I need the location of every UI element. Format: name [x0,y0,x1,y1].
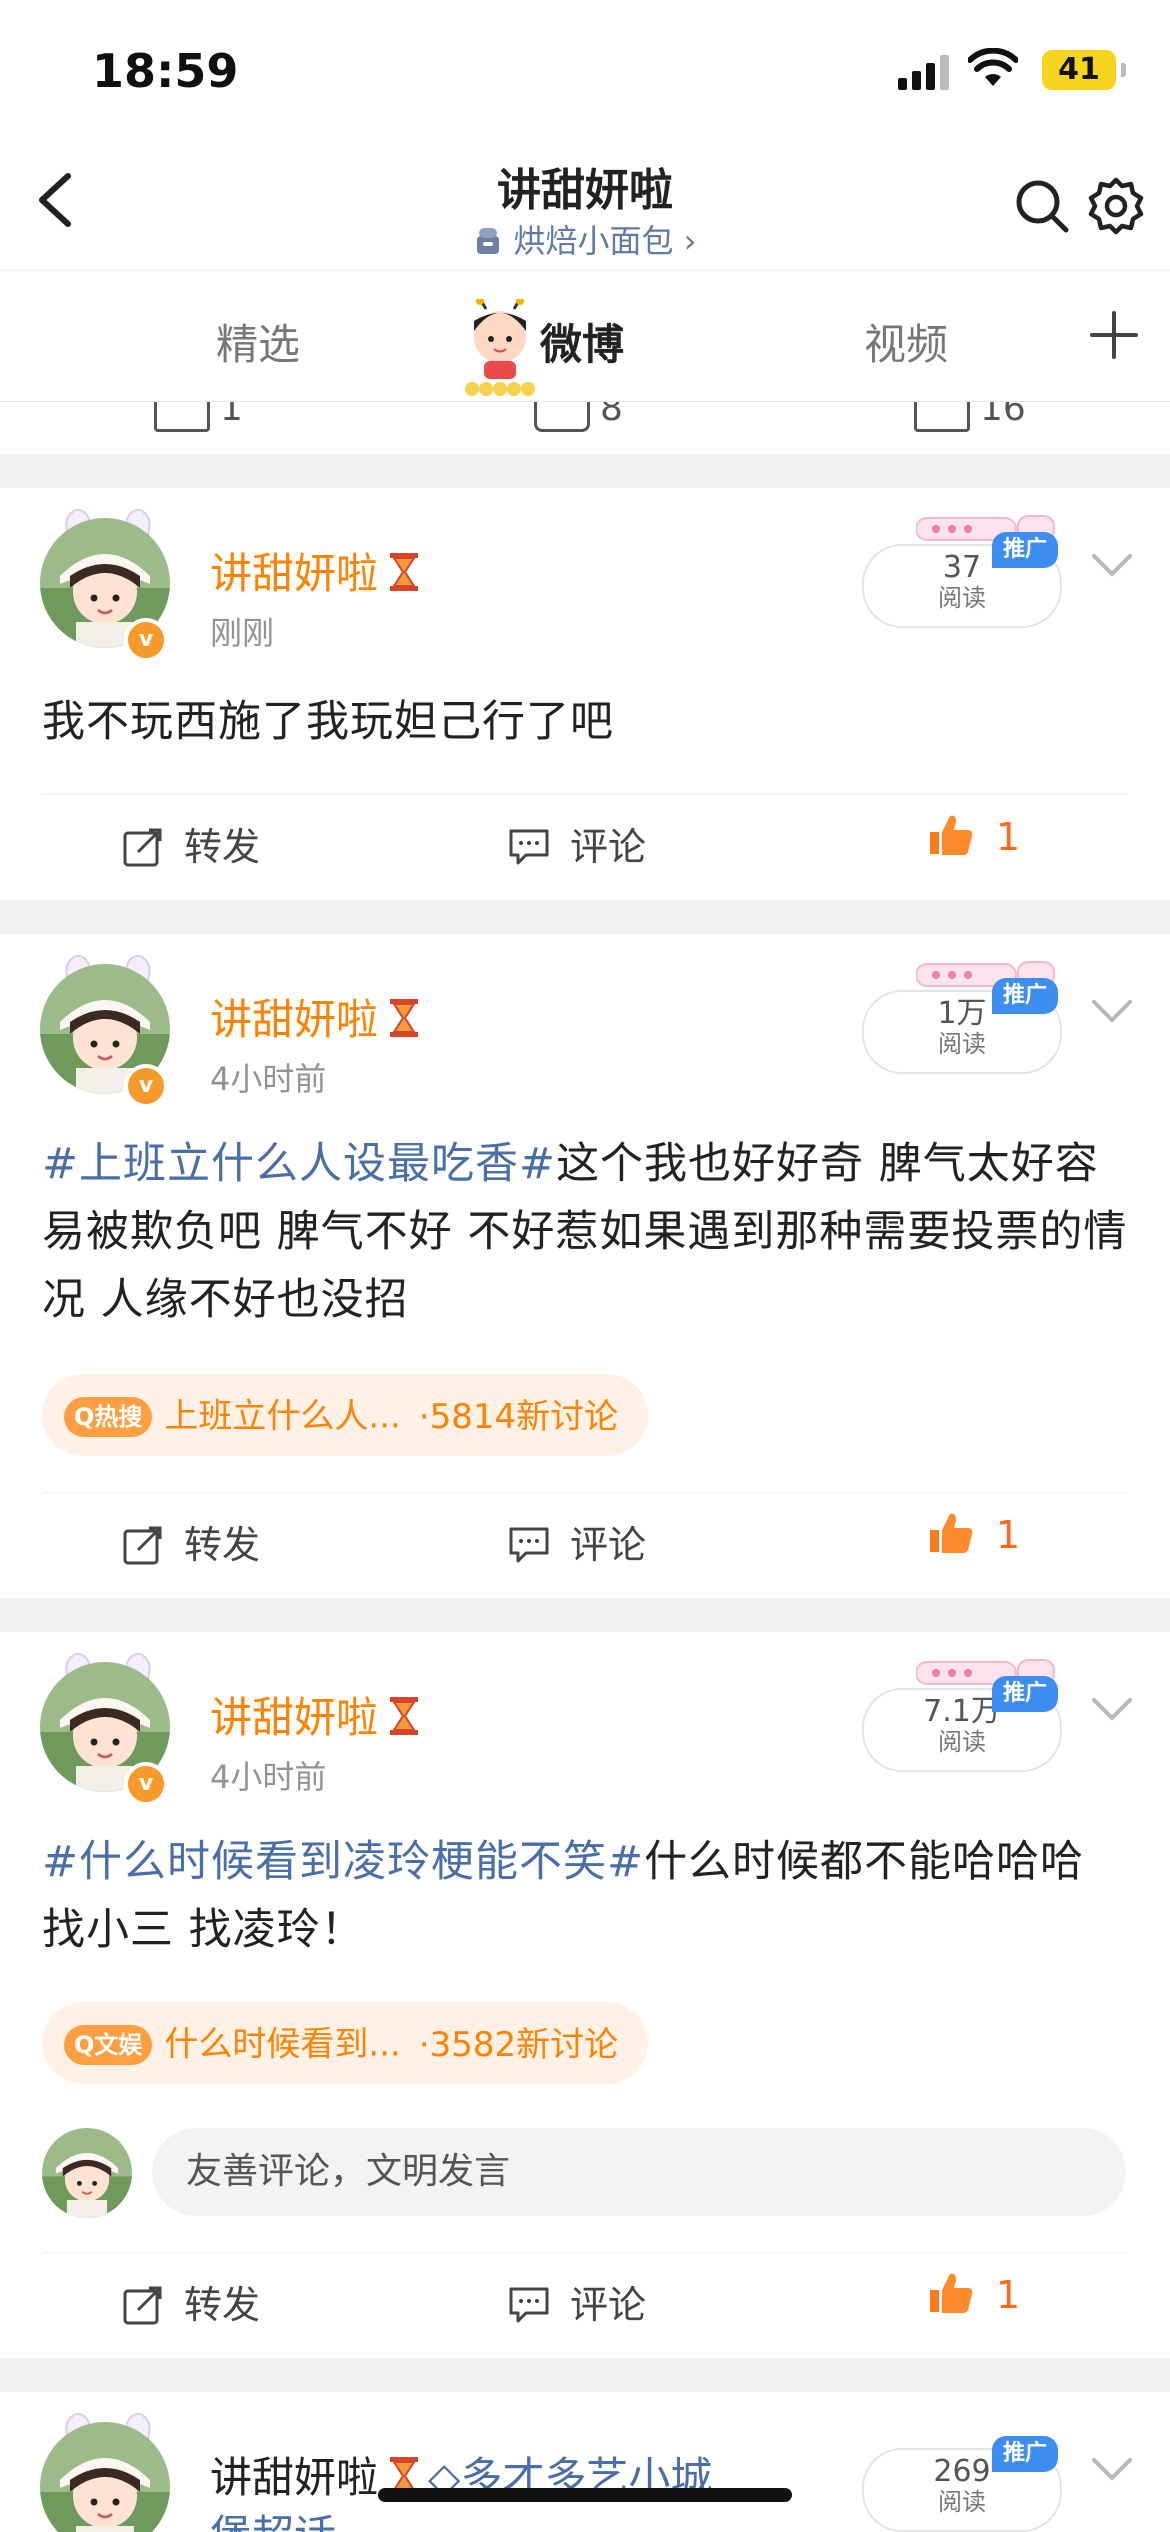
verified-badge: v [124,1064,168,1108]
post-text: #什么时候看到凌玲梗能不笑#什么时候都不能哈哈哈 找小三 找凌玲！ [42,1837,1085,1955]
hourglass-icon [389,552,420,592]
previous-post-actions: 1 8 16 [0,402,1170,454]
post-text: 我不玩西施了我玩妲己行了吧 [42,697,614,747]
like-icon[interactable] [914,402,970,432]
read-label: 阅读 [938,584,986,612]
chevron-down-icon[interactable] [1090,550,1134,580]
tab-weibo[interactable]: 微博 [540,311,624,372]
promote-badge[interactable]: 推广 [992,532,1058,568]
post-time: 刚刚 [210,614,275,652]
author-name[interactable]: 讲甜妍啦 [210,1684,420,1745]
repost-icon[interactable] [154,402,210,432]
hot-search-badge: Q热搜 [64,1396,153,1437]
status-time: 18:59 [92,44,239,98]
hourglass-icon [389,1696,420,1736]
repost-icon [123,1526,162,1565]
entertainment-badge: Q文娱 [64,2024,153,2065]
promote-badge[interactable]: 推广 [992,978,1058,1014]
comment-button[interactable]: 评论 [508,2274,646,2329]
mascot-icon [465,299,535,396]
page-title: 讲甜妍啦 [497,165,673,216]
super-topic-link-continued[interactable]: 堡超话 [210,2502,336,2532]
post-card[interactable]: v 讲甜妍啦 4小时前 7.1万 阅读 推广 #什么时候看到凌玲梗能不笑#什么时… [0,1632,1170,2358]
trending-topic-pill[interactable]: Q热搜 上班立什么人... ·5814新讨论 [42,1374,649,1456]
comment-icon [509,1527,549,1563]
post-card[interactable]: 讲甜妍啦◇多才多艺小城 堡超话 269 阅读 推广 [0,2392,1170,2532]
read-label: 阅读 [938,1728,986,1756]
promote-badge[interactable]: 推广 [992,1676,1058,1712]
comment-icon [509,829,549,865]
read-label: 阅读 [938,2488,986,2516]
comment-button[interactable]: 评论 [508,1514,646,1569]
battery-indicator: 41 [1042,50,1126,90]
promote-badge[interactable]: 推广 [992,2436,1058,2472]
settings-gear-icon[interactable] [1086,176,1146,236]
post-time: 4小时前 [210,1060,327,1098]
topic-discussion-count: ·5814新讨论 [418,1396,619,1437]
like-button[interactable]: 1 [926,1510,1020,1557]
tab-video[interactable]: 视频 [864,311,948,372]
author-name[interactable]: 讲甜妍啦 [210,540,420,601]
hashtag-link[interactable]: #上班立什么人设最吃香# [42,1139,556,1189]
my-avatar [42,2128,132,2218]
chevron-right-icon: › [683,222,697,260]
topic-discussion-count: ·3582新讨论 [418,2024,619,2065]
divider [42,2252,1128,2253]
trending-topic-pill[interactable]: Q文娱 什么时候看到... ·3582新讨论 [42,2002,649,2084]
chevron-down-icon[interactable] [1090,1694,1134,1724]
like-button[interactable]: 1 [926,812,1020,859]
profile-tab-bar: 精选 微博 视频 [0,271,1170,402]
divider [42,1492,1128,1493]
author-name[interactable]: 讲甜妍啦 [210,986,420,1047]
hashtag-link[interactable]: #什么时候看到凌玲梗能不笑# [42,1837,644,1887]
bread-icon [476,228,499,254]
hourglass-icon [389,998,420,1038]
thumbs-up-icon [930,815,973,855]
home-indicator[interactable] [378,2488,792,2502]
repost-button[interactable]: 转发 [122,816,260,871]
repost-icon [123,2286,162,2325]
chevron-down-icon[interactable] [1090,996,1134,1026]
post-text: #上班立什么人设最吃香#这个我也好好奇 脾气太好容易被欺负吧 脾气不好 不好惹如… [42,1139,1128,1325]
thumbs-up-icon [930,1513,973,1553]
prev-repost-count: 1 [220,402,243,429]
divider [42,794,1128,795]
comment-icon[interactable] [534,402,590,432]
post-card[interactable]: v 讲甜妍啦 刚刚 37 阅读 推广 我不玩西施了我玩妲己行了吧 转发 评论 1 [0,488,1170,900]
repost-button[interactable]: 转发 [122,1514,260,1569]
prev-like-count: 16 [980,402,1026,429]
comment-button[interactable]: 评论 [508,816,646,871]
wifi-icon [968,48,1018,86]
status-bar: 18:59 41 [0,0,1170,150]
post-time: 4小时前 [210,1758,327,1796]
repost-icon [123,828,162,867]
like-button[interactable]: 1 [926,2270,1020,2317]
prev-comment-count: 8 [600,402,623,429]
read-label: 阅读 [938,1030,986,1058]
repost-button[interactable]: 转发 [122,2274,260,2329]
cellular-signal-icon [898,55,949,90]
search-icon[interactable] [1012,176,1072,236]
verified-badge: v [124,618,168,662]
comment-input[interactable]: 友善评论，文明发言 [152,2128,1126,2216]
verified-badge: v [124,1762,168,1806]
comment-icon [509,2287,549,2323]
tab-featured[interactable]: 精选 [216,311,300,372]
add-tab-icon[interactable] [1086,307,1142,363]
profile-header: 讲甜妍啦 烘焙小面包 › [0,140,1170,271]
topic-title: 什么时候看到... [164,2024,401,2065]
thumbs-up-icon [930,2273,973,2313]
chevron-down-icon[interactable] [1090,2454,1134,2484]
post-card[interactable]: v 讲甜妍啦 4小时前 1万 阅读 推广 #上班立什么人设最吃香#这个我也好好奇… [0,934,1170,1598]
super-topic-label: 烘焙小面包 [513,222,674,260]
super-topic-link[interactable]: 烘焙小面包 › [0,216,1170,262]
topic-title: 上班立什么人... [164,1396,401,1437]
